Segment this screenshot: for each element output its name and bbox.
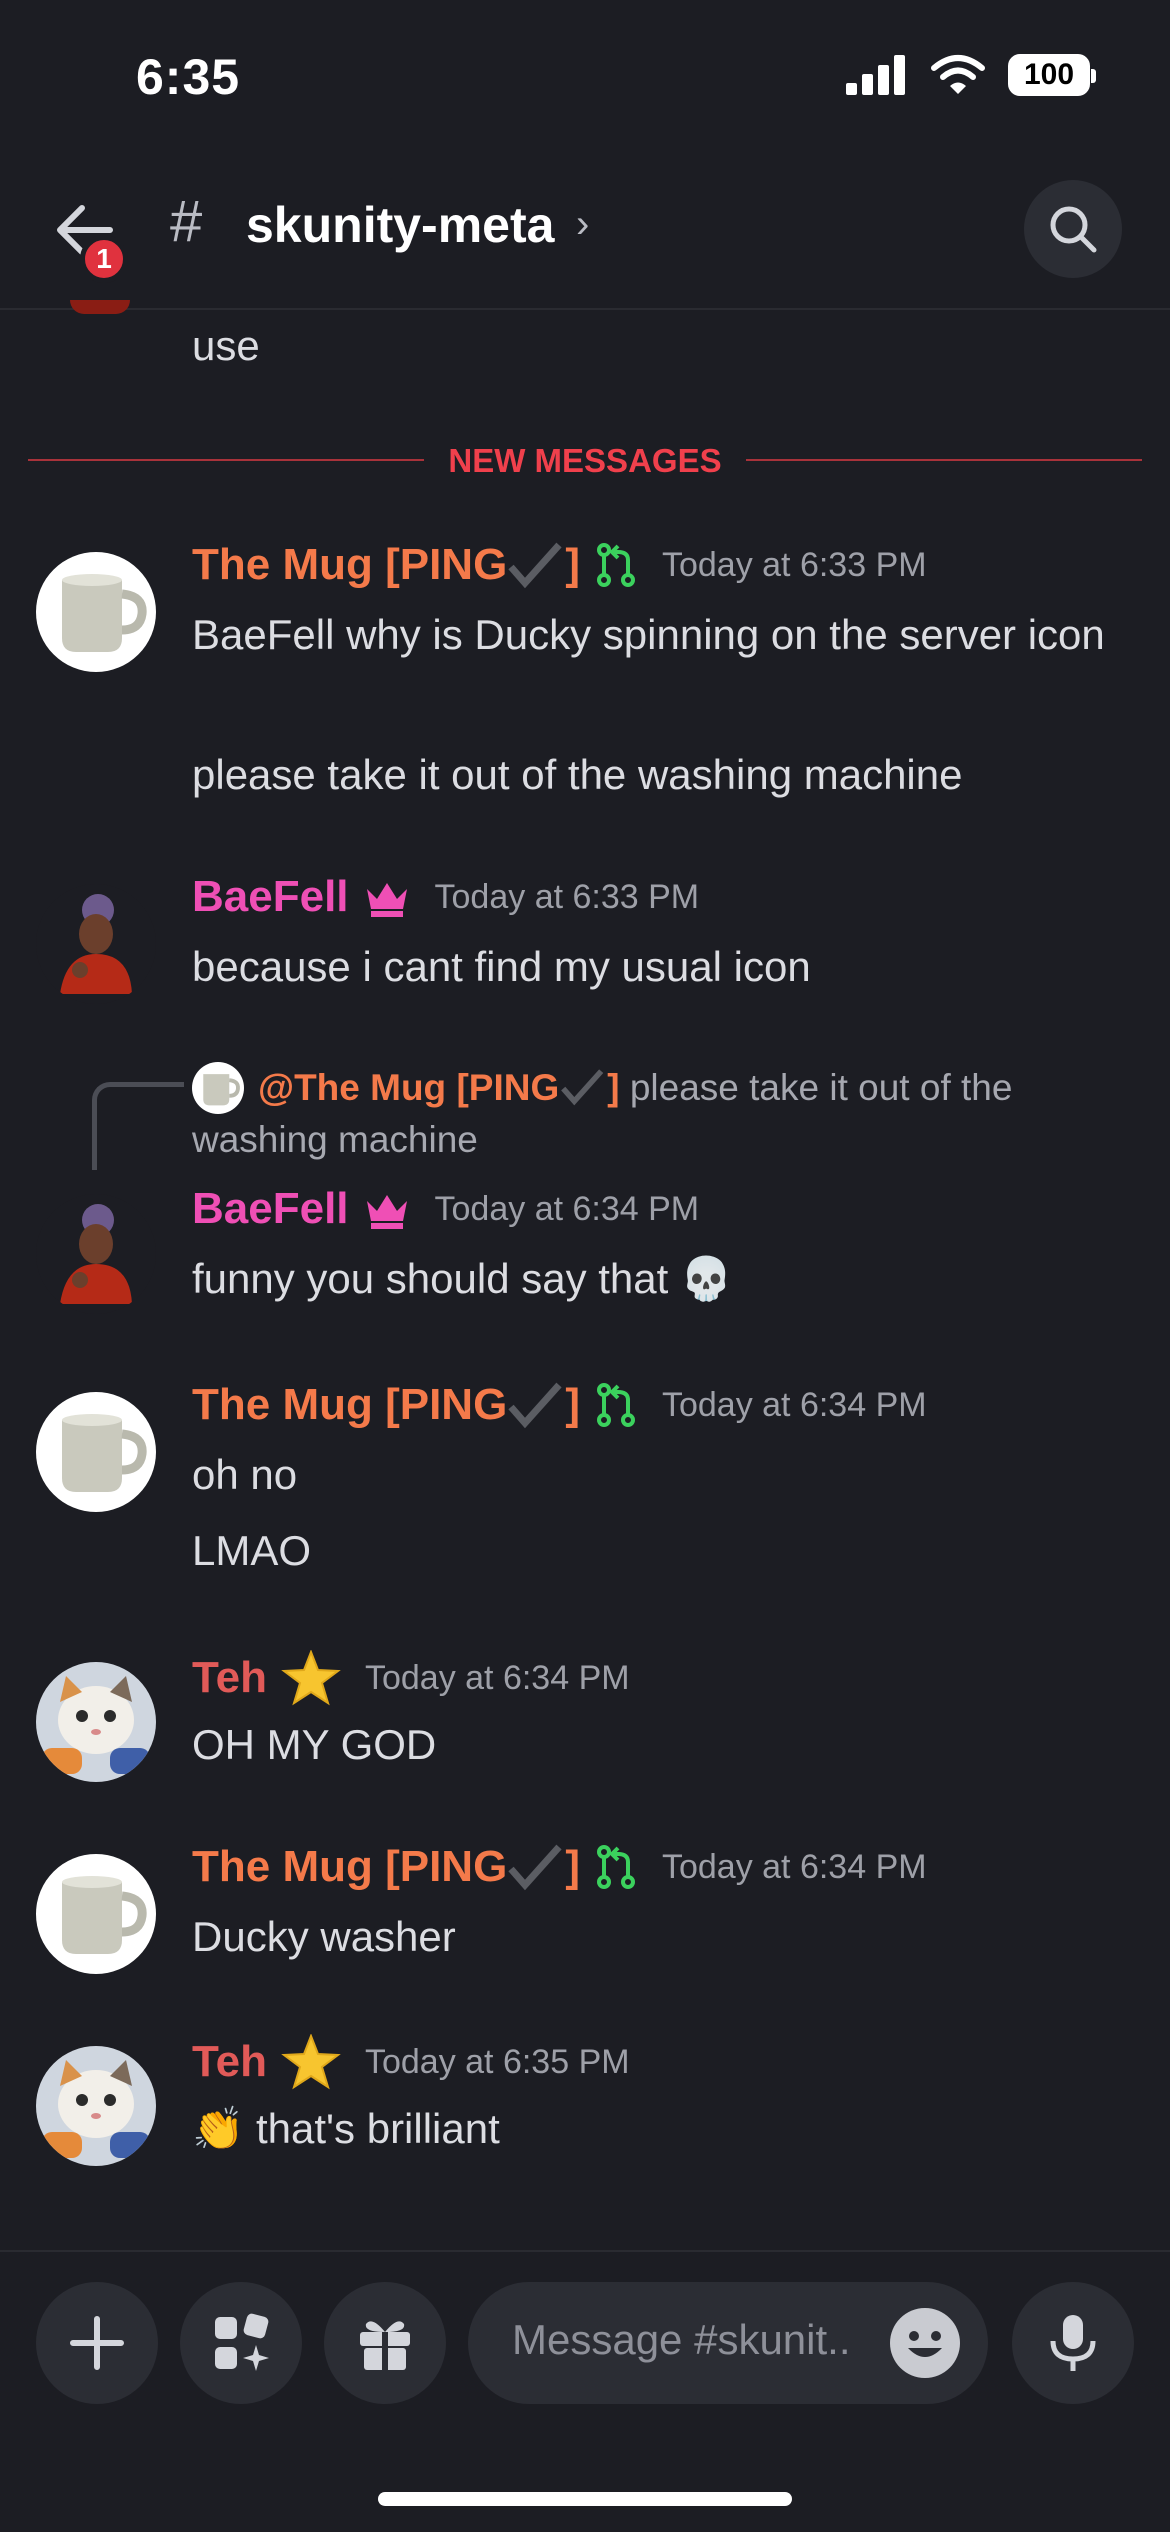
git-merge-icon [596, 1383, 635, 1427]
message-header: BaeFell Today at 6:34 PM [192, 1184, 699, 1234]
message-text: oh no [192, 1451, 298, 1498]
gift-icon [360, 2321, 410, 2370]
message-text: funny you should say that 💀 [192, 1255, 733, 1302]
reply-preview[interactable]: @The Mug [PING] please take it out of th… [192, 1062, 1092, 1166]
chevron-right-icon[interactable]: › [576, 202, 589, 247]
avatar[interactable] [36, 2046, 156, 2166]
new-messages-divider: NEW MESSAGES [28, 440, 1142, 480]
avatar[interactable] [36, 1854, 156, 1974]
message-header: The Mug [PING ] Today at 6:34 PM [192, 1842, 927, 1892]
timestamp: Today at 6:35 PM [364, 2042, 630, 2081]
message-text: BaeFell why is Ducky spinning on the ser… [192, 611, 1105, 658]
message-text: LMAO [192, 1527, 312, 1574]
author-name-suffix: ] [565, 1380, 580, 1429]
gift-button[interactable] [324, 2282, 446, 2404]
unread-badge: 1 [80, 235, 128, 283]
avatar[interactable] [36, 1662, 156, 1782]
timestamp: Today at 6:34 PM [434, 1189, 700, 1228]
message-composer: Message #skunit.. [0, 2250, 1170, 2532]
author-name[interactable]: Teh [192, 1653, 267, 1703]
star-icon [281, 2034, 341, 2090]
timestamp: Today at 6:33 PM [434, 877, 700, 916]
message-input[interactable]: Message #skunit.. [468, 2282, 988, 2404]
message-text: please take it out of the washing machin… [192, 751, 963, 798]
author-name-suffix: ] [565, 1842, 580, 1891]
git-merge-icon [596, 1845, 635, 1889]
mug-avatar-icon [62, 1876, 147, 1954]
timestamp: Today at 6:33 PM [661, 545, 927, 584]
message-text: 👏 that's brilliant [192, 2105, 500, 2152]
mug-avatar-icon [62, 574, 147, 652]
message-text: Ducky washer [192, 1913, 456, 1960]
status-icons: 100 [846, 54, 1096, 96]
channel-hash-icon: # [170, 189, 203, 254]
reply-mention[interactable]: @The Mug [PING [258, 1067, 559, 1108]
message-text: use [192, 322, 260, 369]
search-button[interactable] [1024, 180, 1122, 278]
timestamp: Today at 6:34 PM [661, 1847, 927, 1886]
author-name[interactable]: BaeFell [192, 1184, 349, 1234]
message-input-placeholder: Message #skunit.. [512, 2316, 851, 2363]
mug-avatar-icon [62, 1414, 147, 1492]
author-name[interactable]: The Mug [PING [192, 1380, 507, 1430]
cat-avatar-icon [42, 2060, 150, 2158]
author-name[interactable]: The Mug [PING [192, 1842, 507, 1892]
timestamp: Today at 6:34 PM [364, 1658, 630, 1697]
crown-icon [366, 1195, 407, 1229]
emoji-button[interactable] [890, 2308, 960, 2378]
emoji-icon [908, 2331, 942, 2357]
new-messages-label: NEW MESSAGES [448, 442, 722, 479]
apps-icon [215, 2313, 269, 2371]
wifi-icon [931, 55, 985, 94]
status-bar: 6:35 100 [0, 0, 1170, 150]
checkmark-icon [561, 1069, 604, 1106]
star-icon [281, 1650, 341, 1706]
crown-icon [366, 883, 407, 917]
message-header: BaeFell Today at 6:33 PM [192, 872, 699, 922]
message-text: OH MY GOD [192, 1721, 437, 1768]
avatar[interactable] [36, 1392, 156, 1512]
avatar [70, 300, 130, 314]
timestamp: Today at 6:34 PM [661, 1385, 927, 1424]
battery-icon: 100 [1008, 54, 1096, 96]
author-name-suffix: ] [565, 540, 580, 589]
voice-message-button[interactable] [1012, 2282, 1134, 2404]
author-name[interactable]: Teh [192, 2037, 267, 2087]
message-header: Teh Today at 6:34 PM [192, 1650, 630, 1706]
status-time: 6:35 [136, 49, 241, 105]
channel-header: 1 # skunity-meta › [0, 150, 1170, 310]
home-indicator[interactable] [378, 2492, 792, 2506]
avatar[interactable] [36, 1194, 156, 1314]
author-name[interactable]: The Mug [PING [192, 540, 507, 590]
baefell-avatar-icon [60, 894, 132, 994]
checkmark-icon [508, 1382, 562, 1429]
discord-channel-screen: 6:35 100 1 # skunity-meta › use NEW MESS… [0, 0, 1170, 2532]
channel-title[interactable]: skunity-meta [246, 196, 554, 254]
author-name[interactable]: BaeFell [192, 872, 349, 922]
avatar[interactable] [36, 884, 156, 1004]
reply-mention-suffix: ] [607, 1067, 620, 1108]
git-merge-icon [596, 543, 635, 587]
message-header: The Mug [PING ] Today at 6:33 PM [192, 540, 927, 590]
search-icon [1050, 206, 1097, 253]
cat-avatar-icon [42, 1676, 150, 1774]
avatar[interactable] [36, 552, 156, 672]
message-header: Teh Today at 6:35 PM [192, 2034, 630, 2090]
baefell-avatar-icon [60, 1204, 132, 1304]
apps-button[interactable] [180, 2282, 302, 2404]
plus-icon [70, 2316, 124, 2370]
reply-connector [92, 1082, 184, 1170]
message-header: The Mug [PING ] Today at 6:34 PM [192, 1380, 927, 1430]
signal-icon [846, 55, 905, 95]
checkmark-icon [508, 1844, 562, 1891]
microphone-icon [1050, 2315, 1096, 2371]
add-attachment-button[interactable] [36, 2282, 158, 2404]
message-text: because i cant find my usual icon [192, 943, 811, 990]
battery-level: 100 [1023, 58, 1075, 91]
checkmark-icon [508, 542, 562, 589]
